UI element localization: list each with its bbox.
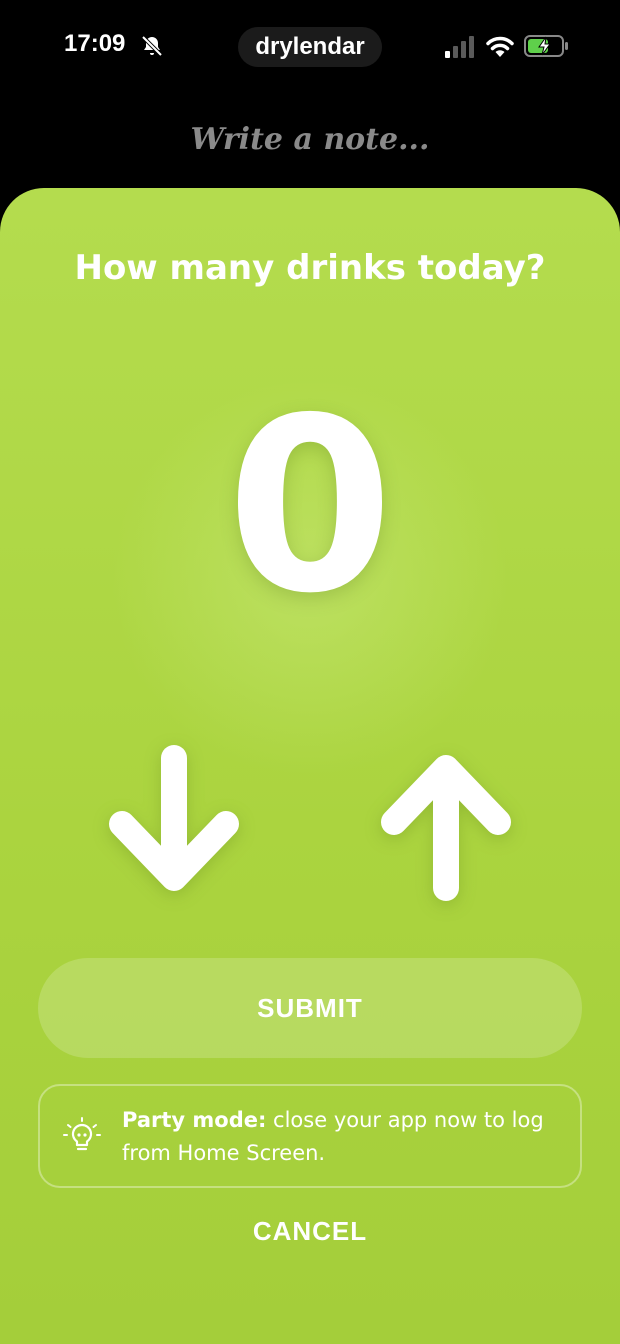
question-heading: How many drinks today? [74,248,546,288]
battery-charging-icon [524,35,568,57]
cancel-button[interactable]: CANCEL [0,1216,620,1247]
app-name-pill[interactable]: drylendar [238,27,382,67]
note-input[interactable]: Write a note... [0,122,620,157]
tip-text: Party mode: close your app now to log fr… [122,1104,562,1170]
arrow-down-icon [109,745,239,891]
party-mode-tip: Party mode: close your app now to log fr… [38,1084,582,1188]
signal-icon [445,36,474,58]
lightbulb-icon [63,1117,101,1151]
wifi-icon [486,36,514,57]
bell-slash-icon [141,35,163,57]
screen: 17:09 drylendar Write a note... How many… [0,0,620,1344]
tip-title: Party mode: [122,1108,267,1132]
status-bar: 17:09 drylendar [0,0,620,92]
increment-button[interactable] [376,744,516,904]
status-time: 17:09 [64,30,126,57]
drink-count: 0 [226,366,394,646]
submit-button[interactable]: SUBMIT [38,958,582,1058]
drink-sheet: How many drinks today? 0 SUBMIT Party mo… [0,188,620,1344]
decrement-button[interactable] [104,744,244,904]
arrow-up-icon [381,755,511,901]
